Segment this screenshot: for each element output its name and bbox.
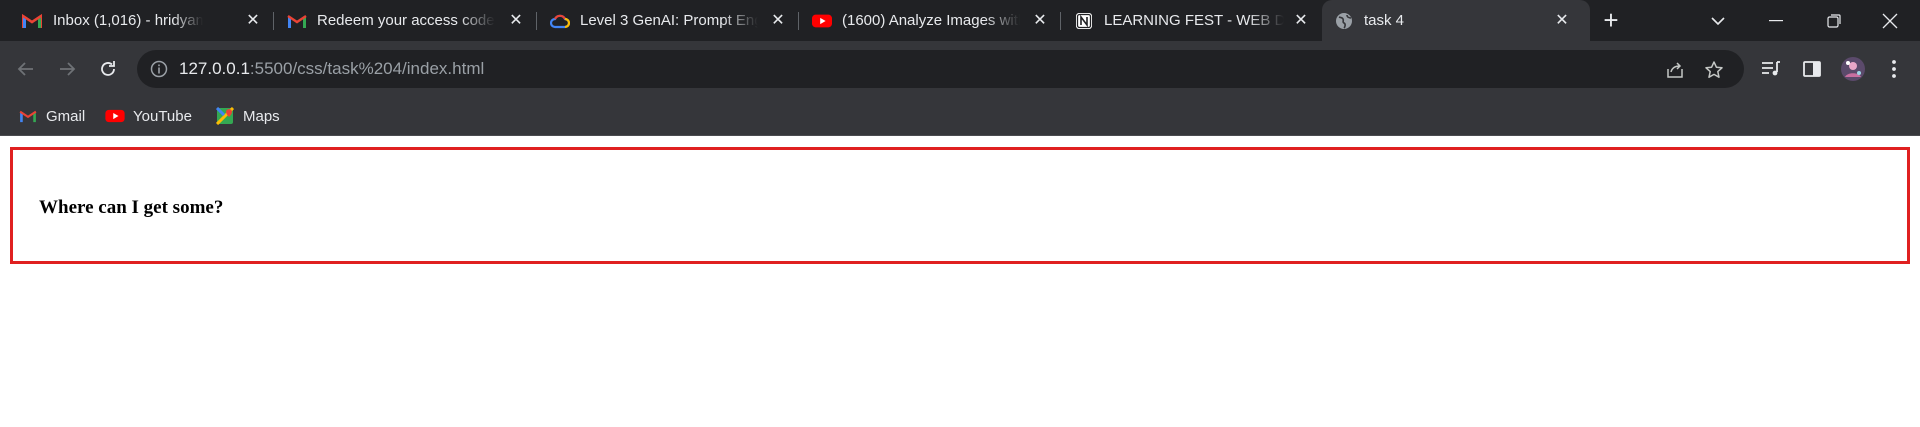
profile-button[interactable]	[1839, 55, 1867, 83]
minimize-icon	[1769, 19, 1783, 21]
minimize-button[interactable]	[1748, 0, 1804, 41]
side-panel-button[interactable]	[1798, 55, 1826, 83]
close-icon	[1882, 13, 1898, 28]
tab-separator	[798, 12, 799, 30]
chevron-down-icon	[1711, 16, 1725, 25]
bookmarks-bar: Gmail YouTube Maps	[0, 97, 1920, 136]
content-box: Where can I get some?	[10, 147, 1910, 264]
tab-title: LEARNING FEST - WEB DEV	[1104, 12, 1284, 29]
info-icon[interactable]	[149, 59, 169, 79]
menu-button[interactable]	[1880, 55, 1908, 83]
url-host: 127.0.0.1	[179, 59, 250, 78]
tab-learning-fest[interactable]: LEARNING FEST - WEB DEV ✕	[1062, 0, 1322, 41]
tab-separator	[1060, 12, 1061, 30]
new-tab-button[interactable]: +	[1598, 7, 1624, 33]
toolbar: 127.0.0.1:5500/css/task%204/index.html	[0, 41, 1920, 97]
page-viewport: Where can I get some?	[0, 136, 1920, 427]
avatar	[1841, 57, 1865, 81]
side-panel-icon	[1803, 61, 1821, 77]
notion-icon	[1074, 11, 1094, 31]
forward-button[interactable]	[53, 55, 81, 83]
restore-button[interactable]	[1806, 0, 1862, 41]
bookmark-label: Gmail	[46, 107, 86, 125]
gmail-icon	[287, 11, 307, 31]
window-close-button[interactable]	[1862, 0, 1918, 41]
globe-icon	[1334, 11, 1354, 31]
bookmark-star-icon[interactable]	[1703, 59, 1725, 81]
tab-task-4[interactable]: task 4 ✕	[1322, 0, 1590, 41]
bookmark-label: YouTube	[133, 107, 192, 125]
bookmark-label: Maps	[243, 107, 280, 125]
close-icon[interactable]: ✕	[1031, 12, 1049, 30]
tab-genai[interactable]: Level 3 GenAI: Prompt Engineering ✕	[538, 0, 799, 41]
more-vert-icon	[1892, 60, 1896, 78]
close-icon[interactable]: ✕	[1292, 12, 1310, 30]
reload-button[interactable]	[94, 55, 122, 83]
close-icon[interactable]: ✕	[769, 12, 787, 30]
tab-redeem[interactable]: Redeem your access codes ✕	[275, 0, 537, 41]
close-icon[interactable]: ✕	[507, 12, 525, 30]
share-icon[interactable]	[1664, 59, 1686, 81]
tab-inbox[interactable]: Inbox (1,016) - hridyamathur ✕	[0, 0, 274, 41]
tab-strip: Inbox (1,016) - hridyamathur ✕ Redeem yo…	[0, 0, 1920, 41]
gmail-icon	[18, 106, 38, 126]
tab-title: Level 3 GenAI: Prompt Engineering	[580, 12, 758, 29]
address-bar[interactable]: 127.0.0.1:5500/css/task%204/index.html	[137, 50, 1744, 88]
arrow-right-icon	[60, 62, 76, 76]
playlist-icon	[1762, 61, 1780, 76]
bookmark-gmail[interactable]: Gmail	[18, 106, 85, 126]
youtube-icon	[105, 106, 125, 126]
close-icon[interactable]: ✕	[1553, 12, 1571, 30]
restore-icon	[1827, 13, 1841, 28]
gmail-icon	[22, 11, 42, 31]
bookmark-youtube[interactable]: YouTube	[105, 106, 192, 126]
media-controls-button[interactable]	[1757, 55, 1785, 83]
back-button[interactable]	[12, 55, 40, 83]
tab-title: Inbox (1,016) - hridyamathur	[53, 12, 203, 29]
url-path: :5500/css/task%204/index.html	[249, 59, 485, 78]
tab-title: task 4	[1364, 12, 1405, 29]
tab-separator	[536, 12, 537, 30]
tab-youtube[interactable]: (1600) Analyze Images with ✕	[800, 0, 1061, 41]
reload-icon	[101, 61, 115, 76]
tab-separator	[273, 12, 274, 30]
url-text[interactable]: 127.0.0.1:5500/css/task%204/index.html	[179, 59, 484, 79]
tab-title: Redeem your access codes	[317, 12, 495, 29]
close-icon[interactable]: ✕	[244, 12, 262, 30]
bookmark-maps[interactable]: Maps	[215, 106, 280, 126]
maps-icon	[215, 106, 235, 126]
tab-search-button[interactable]	[1690, 0, 1746, 41]
page-heading: Where can I get some?	[39, 197, 224, 218]
tab-title: (1600) Analyze Images with	[842, 12, 1020, 29]
arrow-left-icon	[17, 62, 33, 76]
youtube-icon	[812, 11, 832, 31]
google-cloud-icon	[550, 11, 570, 31]
